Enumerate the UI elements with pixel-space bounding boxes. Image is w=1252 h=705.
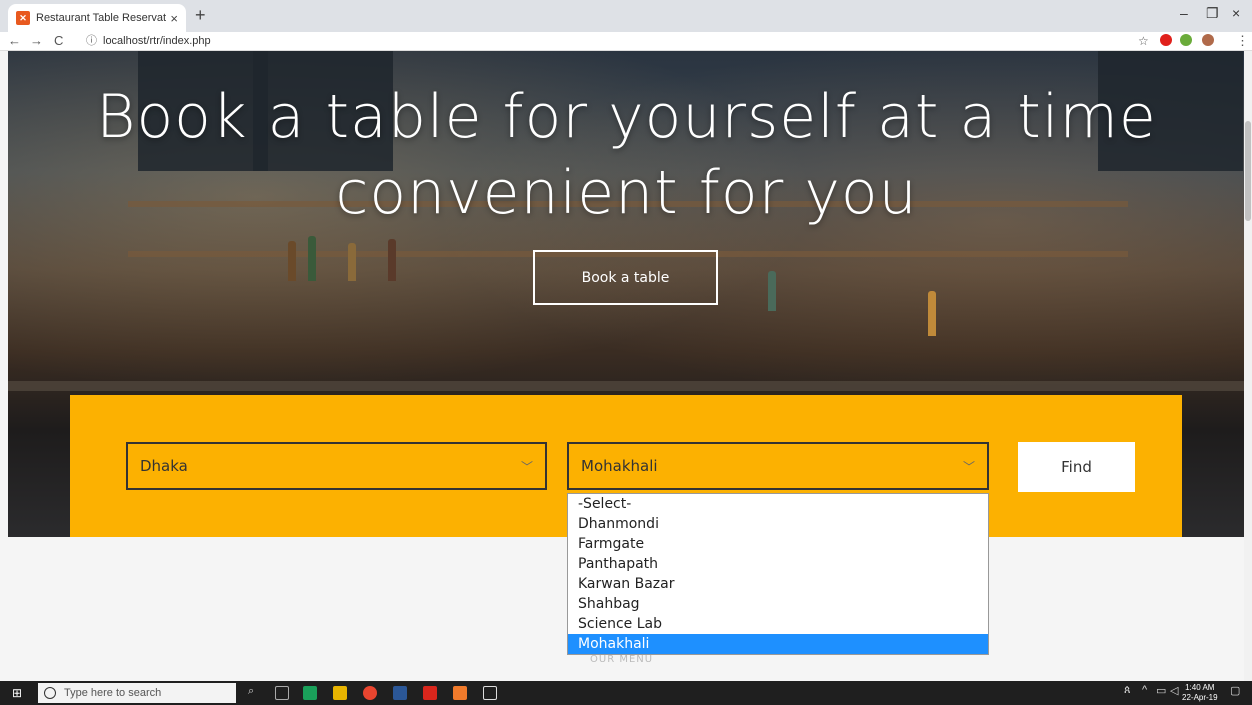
minimize-button[interactable]: –: [1180, 5, 1188, 21]
area-option[interactable]: Shahbag: [568, 594, 988, 614]
scrollbar-thumb[interactable]: [1245, 121, 1251, 221]
taskbar-search-placeholder: Type here to search: [64, 687, 162, 699]
area-option[interactable]: Panthapath: [568, 554, 988, 574]
bottle: [348, 243, 356, 281]
area-select-value: Mohakhali: [581, 457, 658, 475]
area-option[interactable]: Dhanmondi: [568, 514, 988, 534]
hero-headline: Book a table for yourself at a time conv…: [96, 82, 1157, 228]
reload-icon[interactable]: C: [54, 32, 63, 50]
task-view-icon[interactable]: [275, 686, 289, 700]
volume-icon[interactable]: ◁: [1170, 684, 1178, 697]
bottle: [928, 291, 936, 336]
area-option[interactable]: Mohakhali: [568, 634, 988, 654]
new-tab-button[interactable]: +: [195, 5, 206, 26]
city-select-value: Dhaka: [140, 457, 188, 475]
people-icon[interactable]: ጰ: [1124, 684, 1131, 697]
acrobat-icon[interactable]: [423, 686, 437, 700]
xampp-icon[interactable]: [453, 686, 467, 700]
clock-time: 1:40 AM: [1185, 683, 1215, 692]
scrollbar[interactable]: [1244, 51, 1252, 681]
close-window-button[interactable]: ×: [1232, 5, 1240, 21]
network-icon[interactable]: ▭: [1156, 684, 1166, 697]
menu-dots-icon[interactable]: ⋮: [1236, 32, 1249, 50]
notification-icon[interactable]: ▢: [1230, 684, 1240, 697]
word-icon[interactable]: [393, 686, 407, 700]
chevron-down-icon: ﹀: [962, 459, 975, 474]
bottle: [768, 271, 776, 311]
area-option[interactable]: Farmgate: [568, 534, 988, 554]
area-option[interactable]: Karwan Bazar: [568, 574, 988, 594]
forward-arrow-icon[interactable]: →: [30, 32, 43, 50]
url-text: localhost/rtr/index.php: [103, 35, 211, 47]
bottle: [288, 241, 296, 281]
file-explorer-icon[interactable]: [333, 686, 347, 700]
maximize-button[interactable]: ❐: [1206, 5, 1219, 22]
bookmark-star-icon[interactable]: ☆: [1138, 32, 1149, 50]
section-label-our-menu: OUR MENU: [590, 654, 654, 665]
avatar[interactable]: [1202, 34, 1214, 46]
tab-title: Restaurant Table Reservation Sys: [36, 12, 167, 24]
chevron-down-icon: ﹀: [520, 459, 533, 474]
chrome-icon[interactable]: [363, 686, 377, 700]
windows-start-icon[interactable]: ⊞: [12, 686, 22, 700]
area-dropdown-list: -Select- Dhanmondi Farmgate Panthapath Karwa…: [567, 493, 989, 655]
info-icon: ⓘ: [86, 35, 97, 47]
system-clock[interactable]: 1:40 AM 22-Apr-19: [1182, 683, 1218, 703]
back-arrow-icon[interactable]: ←: [8, 32, 21, 50]
area-option[interactable]: Science Lab: [568, 614, 988, 634]
bottle: [308, 236, 316, 281]
taskbar-search-box[interactable]: Type here to search: [38, 683, 236, 703]
xampp-icon: ✕: [16, 11, 30, 25]
address-bar: ← → C ⓘ localhost/rtr/index.php ☆ ⋮: [0, 32, 1252, 51]
chevron-up-icon[interactable]: ^: [1142, 684, 1147, 696]
area-option[interactable]: -Select-: [568, 494, 988, 514]
area-select[interactable]: Mohakhali ﹀: [567, 442, 989, 490]
bottle: [388, 239, 396, 281]
opera-extension-icon[interactable]: [1160, 34, 1172, 46]
url-field[interactable]: ⓘ localhost/rtr/index.php: [86, 32, 211, 50]
bar-counter: [8, 381, 1245, 391]
pycharm-icon[interactable]: [303, 686, 317, 700]
book-a-table-button[interactable]: Book a table: [533, 250, 718, 305]
browser-tab[interactable]: ✕ Restaurant Table Reservation Sys ×: [8, 4, 186, 32]
photos-icon[interactable]: [483, 686, 497, 700]
tab-close-icon[interactable]: ×: [170, 11, 178, 26]
cortana-icon: [44, 687, 56, 699]
find-button[interactable]: Find: [1018, 442, 1135, 492]
browser-tab-bar: ✕ Restaurant Table Reservation Sys × + –…: [0, 0, 1252, 32]
city-select[interactable]: Dhaka ﹀: [126, 442, 547, 490]
windows-taskbar: ⊞ Type here to search ⌕ ጰ ^ ▭ ◁ 1:40 AM …: [0, 681, 1252, 705]
microphone-icon[interactable]: ⌕: [248, 685, 262, 699]
extension-icon[interactable]: [1180, 34, 1192, 46]
clock-date: 22-Apr-19: [1182, 693, 1218, 702]
